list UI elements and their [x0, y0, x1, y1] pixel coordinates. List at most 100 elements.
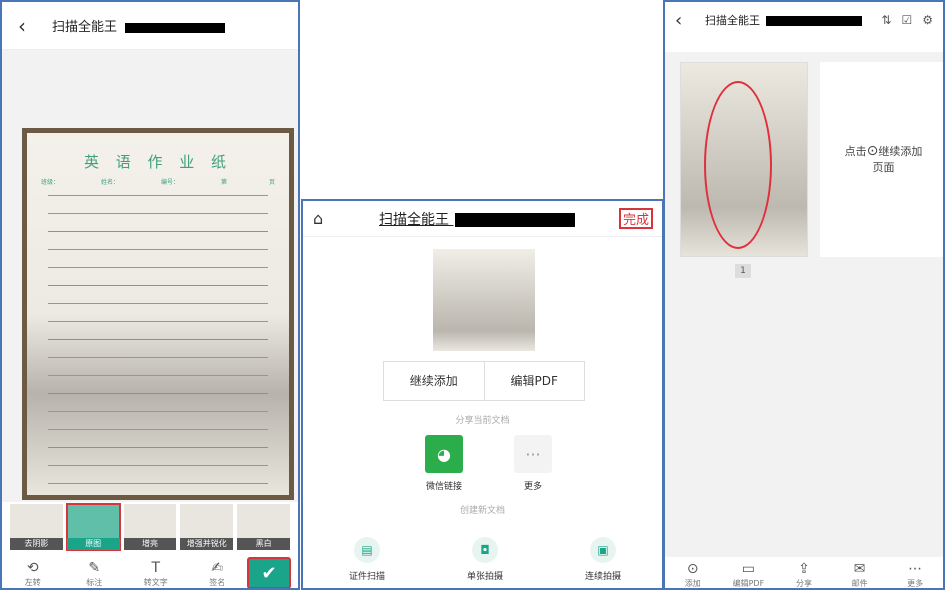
- edit-pdf-button[interactable]: 编辑PDF: [483, 362, 585, 400]
- page-thumbnail[interactable]: [680, 62, 808, 257]
- filter-remove-shadow[interactable]: 去阴影: [10, 504, 63, 550]
- filter-strip: 去阴影 原图 增亮 增强并锐化 黑白: [2, 502, 298, 552]
- create-label: 证件扫描: [348, 572, 385, 582]
- paper-surface: 英 语 作 业 纸 班级： 姓名： 编号： 第 页: [27, 133, 289, 495]
- top-bar: ‹ 扫描全能王 ⇅ ☑ ⚙: [665, 2, 943, 38]
- app-title: 扫描全能王: [379, 209, 576, 229]
- settings-icon[interactable]: ⚙: [922, 13, 933, 27]
- filter-label: 原图: [66, 538, 120, 550]
- image-icon: ▣: [590, 537, 616, 563]
- signature-button[interactable]: ✍ 签名: [187, 559, 249, 588]
- id-card-icon: ▤: [354, 537, 380, 563]
- wechat-icon: ◕: [425, 435, 463, 473]
- app-title-text: 扫描全能王: [52, 20, 118, 35]
- home-icon[interactable]: ⌂: [313, 209, 343, 228]
- chevron-left-icon[interactable]: ‹: [675, 10, 705, 31]
- image-canvas: 英 语 作 业 纸 班级： 姓名： 编号： 第 页: [2, 50, 298, 502]
- camera-add-icon: ⊙: [686, 561, 699, 577]
- add-page-tile[interactable]: 点击⊙继续添加 页面: [820, 62, 943, 257]
- sort-icon[interactable]: ⇅: [881, 13, 891, 27]
- to-text-button[interactable]: T 转文字: [125, 559, 187, 588]
- page-grid: 1 点击⊙继续添加 页面: [665, 52, 943, 557]
- done-button[interactable]: 完成: [618, 208, 654, 229]
- top-bar: ⌂ 扫描全能王 完成: [303, 201, 662, 237]
- document-pages-screen: ‹ 扫描全能王 ⇅ ☑ ⚙ 1 点击⊙继续添加 页面 ⊙ 添加 ▭ 编辑PDF ⇪ 分…: [663, 0, 945, 590]
- signature-icon: ✍: [211, 559, 224, 576]
- chevron-left-icon[interactable]: ‹: [2, 14, 42, 38]
- filter-brighten[interactable]: 增亮: [123, 504, 177, 550]
- paper-field: 页: [268, 179, 275, 186]
- edit-toolbar: ⟲ 左转 ✎ 标注 T 转文字 ✍ 签名 ✔: [2, 554, 298, 588]
- app-title: 扫描全能王: [52, 16, 226, 35]
- share-label: 微信链接: [425, 482, 462, 492]
- tool-label: 编辑PDF: [732, 579, 765, 588]
- filter-original[interactable]: 原图: [65, 503, 121, 551]
- redaction-bar: [765, 16, 862, 26]
- document-thumbnail[interactable]: [433, 249, 535, 351]
- filter-label: 增亮: [123, 538, 177, 550]
- create-label: 连续拍摄: [584, 572, 621, 582]
- tool-label: 左转: [24, 577, 41, 587]
- more-icon: ···: [514, 435, 552, 473]
- confirm-button[interactable]: ✔: [247, 557, 291, 588]
- id-scan-button[interactable]: ▤ 证件扫描: [327, 537, 407, 582]
- app-title-text: 扫描全能王: [379, 211, 449, 228]
- app-title-text: 扫描全能王: [705, 14, 760, 27]
- filter-black-white[interactable]: 黑白: [237, 504, 290, 550]
- camera-add-icon: ⊙: [866, 143, 879, 159]
- rotate-button[interactable]: ⟲ 左转: [2, 559, 64, 588]
- create-label: 单张拍摄: [466, 572, 503, 582]
- rotate-icon: ⟲: [26, 559, 39, 576]
- filter-label: 增强并锐化: [180, 538, 234, 550]
- continuous-shot-button[interactable]: ▣ 连续拍摄: [563, 537, 643, 582]
- add-page-text: 点击: [844, 145, 867, 158]
- camera-icon: ◘: [472, 537, 498, 563]
- paper-field: 姓名：: [100, 179, 119, 186]
- paper-field: 编号：: [160, 179, 179, 186]
- continue-add-button[interactable]: 继续添加: [384, 362, 484, 400]
- doc-actions: 继续添加 编辑PDF: [383, 361, 585, 401]
- tool-label: 分享: [795, 579, 812, 588]
- share-icon: ⇪: [798, 561, 810, 577]
- paper-field: 班级：: [41, 179, 60, 186]
- add-page-text: 页面: [872, 161, 895, 174]
- filter-enhance-sharpen[interactable]: 增强并锐化: [180, 504, 234, 550]
- top-bar: ‹ 扫描全能王: [2, 2, 298, 50]
- pdf-icon: ▭: [741, 561, 755, 577]
- annotate-button[interactable]: ✎ 标注: [64, 559, 126, 588]
- share-label: 更多: [523, 482, 542, 492]
- filter-label: 去阴影: [10, 538, 63, 550]
- tool-label: 签名: [209, 577, 226, 587]
- filter-label: 黑白: [237, 538, 290, 550]
- highlight-oval: [704, 81, 772, 249]
- share-section-title: 分享当前文档: [455, 416, 510, 426]
- text-recognize-icon: T: [151, 559, 161, 576]
- edit-pdf-button[interactable]: ▭ 编辑PDF: [721, 560, 777, 588]
- create-section-title: 创建新文档: [459, 506, 505, 516]
- tool-label: 邮件: [851, 579, 868, 588]
- more-share-button[interactable]: ··· 更多: [508, 435, 558, 492]
- add-page-text: 继续添加: [878, 145, 923, 158]
- document-image: 英 语 作 业 纸 班级： 姓名： 编号： 第 页: [22, 128, 294, 500]
- paper-fields: 班级： 姓名： 编号： 第 页: [41, 177, 275, 186]
- pen-icon: ✎: [88, 559, 101, 576]
- select-icon[interactable]: ☑: [901, 13, 912, 27]
- mail-icon: ✉: [853, 561, 866, 577]
- wechat-link-button[interactable]: ◕ 微信链接: [419, 435, 469, 492]
- tool-label: 更多: [907, 579, 924, 588]
- tool-label: 转文字: [143, 577, 168, 587]
- paper-title: 英 语 作 业 纸: [83, 153, 233, 171]
- app-title: 扫描全能王: [705, 12, 862, 28]
- scan-complete-sheet: ⌂ 扫描全能王 完成 继续添加 编辑PDF 分享当前文档 ◕ 微信链接 ··· …: [301, 199, 664, 590]
- tool-label: 添加: [684, 579, 701, 588]
- share-button[interactable]: ⇪ 分享: [776, 560, 832, 588]
- scan-edit-screen: ‹ 扫描全能王 英 语 作 业 纸 班级： 姓名： 编号： 第 页 去阴影 原图…: [0, 0, 300, 590]
- single-shot-button[interactable]: ◘ 单张拍摄: [445, 537, 525, 582]
- more-button[interactable]: ⋯ 更多: [887, 560, 943, 588]
- add-button[interactable]: ⊙ 添加: [665, 560, 721, 588]
- tool-label: 标注: [86, 577, 103, 587]
- mail-button[interactable]: ✉ 邮件: [832, 560, 888, 588]
- redaction-bar: [455, 212, 576, 227]
- check-icon: ✔: [261, 562, 277, 584]
- bottom-toolbar: ⊙ 添加 ▭ 编辑PDF ⇪ 分享 ✉ 邮件 ⋯ 更多: [665, 557, 943, 588]
